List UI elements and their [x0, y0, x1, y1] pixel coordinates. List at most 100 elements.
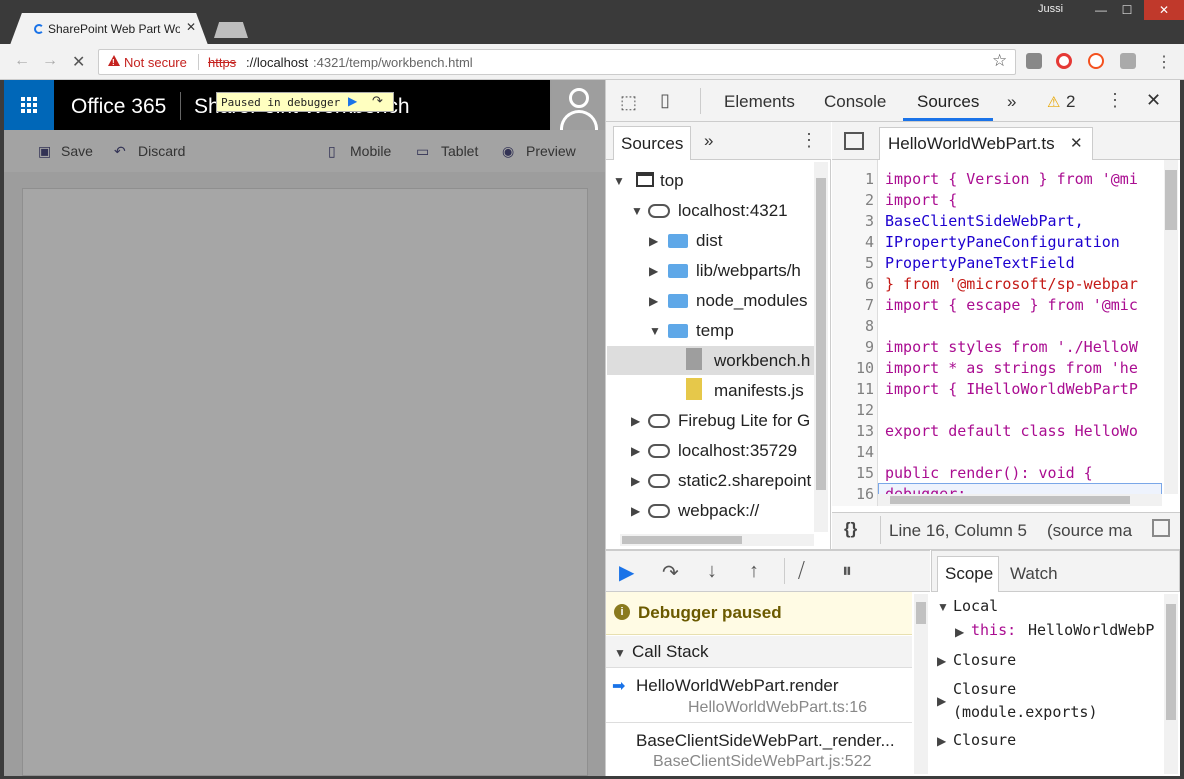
bookmark-star-icon[interactable]: ☆ [992, 51, 1007, 71]
editor-vscroll-thumb[interactable] [1165, 170, 1177, 230]
line-number[interactable]: 14 [832, 443, 874, 461]
menu-dots-icon[interactable]: ⋮ [1156, 52, 1172, 72]
line-number[interactable]: 9 [832, 338, 874, 356]
tree-item-localhost-35729[interactable]: localhost:35729 [678, 441, 797, 461]
not-secure-label[interactable]: Not secure [124, 55, 187, 70]
warning-icon[interactable]: ⚠ [1047, 93, 1060, 111]
navigator-menu-icon[interactable]: ⋮ [800, 130, 818, 151]
close-window-icon[interactable]: ✕ [1144, 0, 1184, 20]
avatar[interactable] [552, 80, 605, 132]
tab-scope[interactable]: Scope [945, 564, 993, 584]
collapse-arrow-icon[interactable]: ▶ [631, 474, 640, 488]
collapse-arrow-icon[interactable]: ▶ [649, 294, 658, 308]
close-file-icon[interactable]: ✕ [1070, 134, 1083, 152]
navigator-scroll-thumb[interactable] [816, 178, 826, 490]
workbench-canvas[interactable] [22, 188, 588, 776]
device-toolbar-icon[interactable]: ▯ [660, 90, 670, 111]
deactivate-breakpoints-icon[interactable]: ⧸ [798, 560, 805, 583]
tree-item-workbench[interactable]: workbench.h [714, 351, 814, 371]
save-button[interactable]: Save [61, 143, 93, 159]
navigator-more-button[interactable]: » [704, 131, 713, 151]
line-number[interactable]: 10 [832, 359, 874, 377]
devtools-menu-icon[interactable]: ⋮ [1106, 90, 1124, 111]
line-number[interactable]: 4 [832, 233, 874, 251]
line-number[interactable]: 8 [832, 317, 874, 335]
editor-hscroll-thumb[interactable] [890, 496, 1130, 504]
stack-frame-location[interactable]: HelloWorldWebPart.ts:16 [688, 699, 867, 717]
pause-on-exceptions-icon[interactable]: ⏸ [842, 560, 852, 583]
tab-sources[interactable]: Sources [917, 92, 979, 112]
close-tab-icon[interactable]: ✕ [186, 20, 196, 34]
tab-elements[interactable]: Elements [724, 92, 795, 112]
expand-arrow-icon[interactable]: ▼ [631, 204, 643, 218]
line-number[interactable]: 6 [832, 275, 874, 293]
line-number[interactable]: 3 [832, 212, 874, 230]
extension-icon[interactable] [1026, 53, 1042, 69]
line-number[interactable]: 1 [832, 170, 874, 188]
line-number[interactable]: 15 [832, 464, 874, 482]
line-number[interactable]: 11 [832, 380, 874, 398]
toggle-navigator-icon[interactable] [844, 132, 864, 150]
line-number[interactable]: 2 [832, 191, 874, 209]
tree-item-node-modules[interactable]: node_modules [696, 291, 814, 311]
close-devtools-icon[interactable]: ✕ [1146, 90, 1161, 111]
extension-gray-icon[interactable] [1120, 53, 1136, 69]
expand-arrow-icon[interactable]: ▼ [937, 600, 949, 614]
scope-scroll-thumb[interactable] [1166, 604, 1176, 720]
collapse-arrow-icon[interactable]: ▶ [937, 694, 946, 708]
editor-file-name[interactable]: HelloWorldWebPart.ts [888, 134, 1055, 154]
scope-closure[interactable]: Closure [953, 731, 1016, 749]
collapse-arrow-icon[interactable]: ▶ [937, 654, 946, 668]
maximize-icon[interactable]: ☐ [1112, 0, 1142, 20]
scope-closure[interactable]: Closure [953, 680, 1016, 698]
line-number[interactable]: 13 [832, 422, 874, 440]
navigator-hscroll-thumb[interactable] [622, 536, 742, 544]
line-number[interactable]: 5 [832, 254, 874, 272]
line-number[interactable]: 7 [832, 296, 874, 314]
tree-item-dist[interactable]: dist [696, 231, 722, 251]
callstack-scroll-thumb[interactable] [916, 602, 926, 624]
line-number[interactable]: 12 [832, 401, 874, 419]
tree-item-manifests[interactable]: manifests.js [714, 381, 804, 401]
back-icon[interactable]: ← [14, 52, 30, 70]
collapse-arrow-icon[interactable]: ▶ [955, 625, 964, 639]
collapse-arrow-icon[interactable]: ▶ [631, 414, 640, 428]
expand-arrow-icon[interactable]: ▼ [613, 174, 625, 188]
discard-button[interactable]: Discard [138, 143, 185, 159]
navigator-tab-sources[interactable]: Sources [621, 134, 683, 154]
tree-item-webpack[interactable]: webpack:// [678, 501, 759, 521]
stack-frame-fn[interactable]: BaseClientSideWebPart._render... [636, 731, 895, 751]
overlay-resume-icon[interactable]: ▶ [348, 94, 357, 108]
stop-loading-icon[interactable]: ✕ [72, 52, 85, 72]
expand-arrow-icon[interactable]: ▼ [649, 324, 661, 338]
toggle-debugger-sidebar-icon[interactable] [1152, 519, 1170, 537]
new-tab-button[interactable] [214, 22, 248, 38]
app-name[interactable]: Office 365 [71, 95, 166, 119]
tab-watch[interactable]: Watch [1010, 564, 1058, 584]
expand-arrow-icon[interactable]: ▼ [614, 646, 626, 660]
scope-this-value[interactable]: HelloWorldWebP [1028, 621, 1162, 639]
collapse-arrow-icon[interactable]: ▶ [937, 734, 946, 748]
stack-frame-fn[interactable]: HelloWorldWebPart.render [636, 676, 839, 696]
profile-name[interactable]: Jussi [1038, 3, 1063, 15]
tab-console[interactable]: Console [824, 92, 886, 112]
stack-frame-location[interactable]: BaseClientSideWebPart.js:522 [653, 753, 872, 771]
app-launcher-button[interactable] [4, 80, 54, 130]
extension-orange-icon[interactable] [1088, 53, 1104, 69]
more-tabs-button[interactable]: » [1007, 92, 1016, 112]
tablet-button[interactable]: Tablet [441, 143, 478, 159]
collapse-arrow-icon[interactable]: ▶ [649, 264, 658, 278]
scope-local[interactable]: Local [953, 597, 998, 615]
preview-button[interactable]: Preview [526, 143, 576, 159]
mobile-button[interactable]: Mobile [350, 143, 391, 159]
collapse-arrow-icon[interactable]: ▶ [631, 504, 640, 518]
inspect-element-icon[interactable]: ⬚ [620, 92, 637, 113]
step-over-icon[interactable]: ↷ [662, 560, 679, 585]
resume-icon[interactable]: ▶ [619, 560, 634, 585]
overlay-step-over-icon[interactable]: ↷ [372, 93, 383, 109]
tree-item-lib[interactable]: lib/webparts/h [696, 261, 814, 281]
collapse-arrow-icon[interactable]: ▶ [649, 234, 658, 248]
tree-item-localhost-4321[interactable]: localhost:4321 [678, 201, 788, 221]
line-number[interactable]: 16 [832, 485, 874, 503]
step-into-icon[interactable]: ↓ [707, 560, 717, 583]
